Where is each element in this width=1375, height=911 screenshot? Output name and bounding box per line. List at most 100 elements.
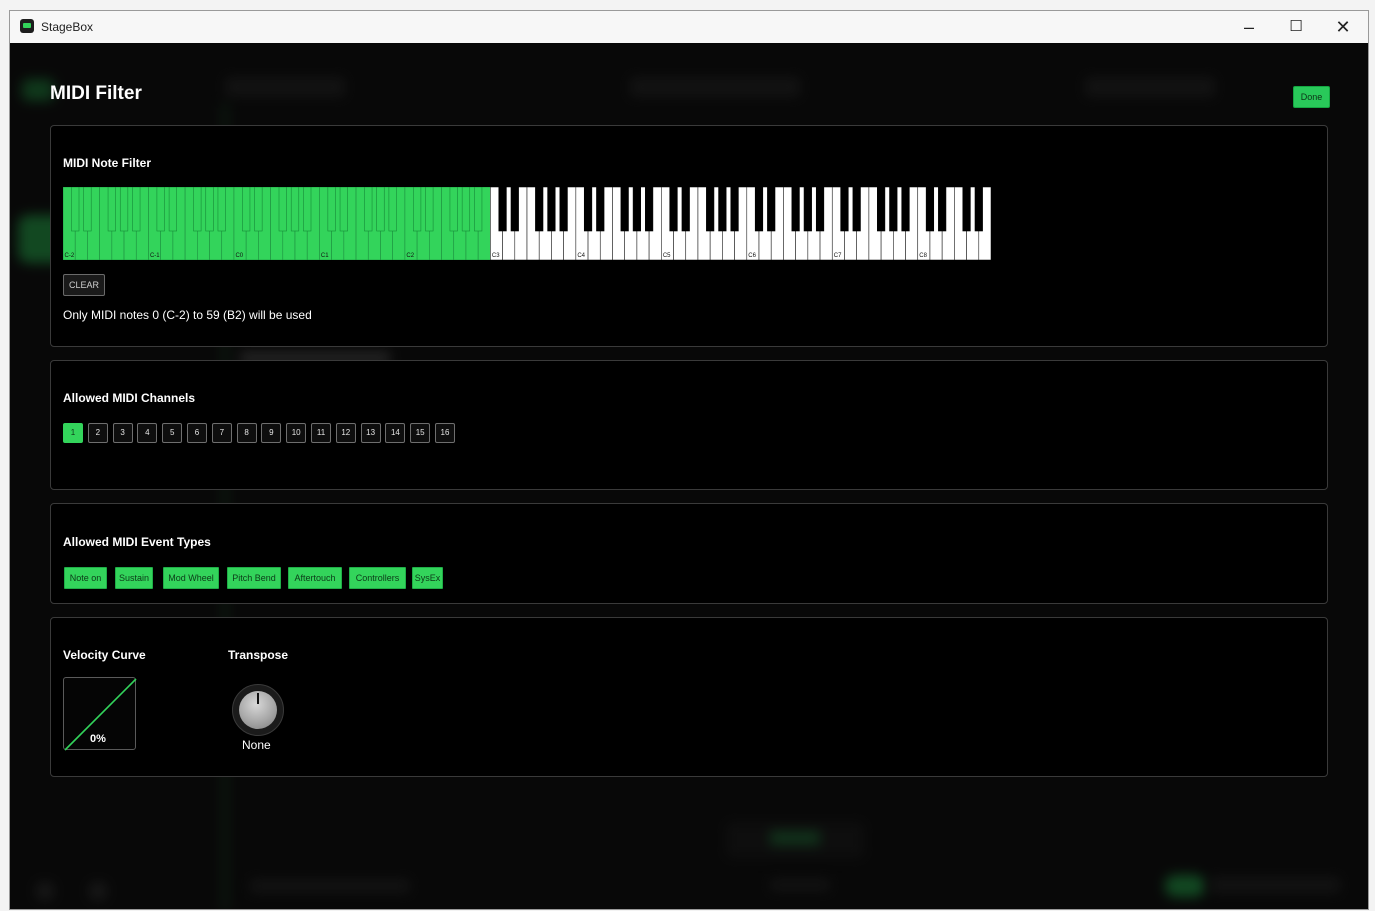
octave-label: C1 bbox=[321, 253, 329, 259]
event-types-title: Allowed MIDI Event Types bbox=[63, 535, 211, 549]
channel-button[interactable]: 5 bbox=[162, 423, 183, 443]
channel-button[interactable]: 2 bbox=[87, 423, 108, 443]
black-key[interactable] bbox=[620, 187, 629, 232]
black-key[interactable] bbox=[474, 187, 483, 232]
black-key[interactable] bbox=[791, 187, 800, 232]
black-key[interactable] bbox=[803, 187, 812, 232]
event-type-button[interactable]: Note on bbox=[64, 567, 107, 589]
black-key[interactable] bbox=[718, 187, 727, 232]
black-key[interactable] bbox=[559, 187, 568, 232]
channel-button[interactable]: 12 bbox=[335, 423, 356, 443]
black-key[interactable] bbox=[254, 187, 263, 232]
event-type-button[interactable]: Sustain bbox=[115, 567, 153, 589]
black-key[interactable] bbox=[242, 187, 251, 232]
channel-button[interactable]: 1 bbox=[63, 423, 83, 443]
black-key[interactable] bbox=[388, 187, 397, 232]
octave-label: C-2 bbox=[65, 253, 75, 259]
black-key[interactable] bbox=[547, 187, 556, 232]
channel-button[interactable]: 15 bbox=[410, 423, 431, 443]
clear-button[interactable]: CLEAR bbox=[63, 274, 105, 296]
black-key[interactable] bbox=[461, 187, 471, 232]
piano-keyboard[interactable]: C-2 C-1 C0 C1 C2 C3 C4 C5 C6 C7 C8 bbox=[63, 187, 991, 260]
black-key[interactable] bbox=[413, 187, 422, 232]
channel-button[interactable]: 16 bbox=[435, 423, 455, 443]
black-key[interactable] bbox=[706, 187, 715, 232]
velocity-transpose-panel: Velocity Curve 0% Transpose None bbox=[50, 617, 1328, 777]
velocity-curve-editor[interactable]: 0% bbox=[63, 677, 137, 751]
black-key[interactable] bbox=[596, 187, 605, 232]
channel-button[interactable]: 11 bbox=[311, 423, 331, 443]
minimize-button[interactable]: – bbox=[1226, 11, 1272, 43]
black-key[interactable] bbox=[327, 187, 336, 232]
black-key[interactable] bbox=[962, 187, 971, 232]
close-button[interactable]: ✕ bbox=[1320, 11, 1366, 43]
black-key[interactable] bbox=[278, 187, 287, 232]
black-key[interactable] bbox=[645, 187, 654, 232]
event-type-button[interactable]: Controllers bbox=[349, 567, 406, 589]
channel-button[interactable]: 8 bbox=[236, 423, 257, 443]
maximize-button[interactable]: ☐ bbox=[1273, 11, 1319, 43]
note-filter-title: MIDI Note Filter bbox=[63, 156, 152, 170]
black-key[interactable] bbox=[168, 187, 177, 232]
black-key[interactable] bbox=[205, 187, 214, 232]
black-key[interactable] bbox=[925, 187, 935, 232]
channel-button[interactable]: 14 bbox=[385, 423, 406, 443]
black-key[interactable] bbox=[974, 187, 983, 232]
event-type-button[interactable]: SysEx bbox=[412, 567, 443, 589]
app-window: StageBox – ☐ ✕ MIDI Filter Done MIDI Not… bbox=[9, 10, 1369, 910]
black-key[interactable] bbox=[681, 187, 690, 232]
black-key[interactable] bbox=[498, 187, 507, 232]
octave-label: C6 bbox=[748, 253, 756, 259]
black-key[interactable] bbox=[901, 187, 910, 232]
octave-label: C3 bbox=[492, 253, 500, 259]
channel-button[interactable]: 7 bbox=[211, 423, 232, 443]
black-key[interactable] bbox=[290, 187, 300, 232]
event-types-panel: Allowed MIDI Event Types Note on Sustain M… bbox=[50, 503, 1328, 604]
black-key[interactable] bbox=[376, 187, 385, 232]
channel-button[interactable]: 6 bbox=[187, 423, 207, 443]
black-key[interactable] bbox=[83, 187, 92, 232]
channel-button[interactable]: 4 bbox=[137, 423, 158, 443]
event-type-button[interactable]: Mod Wheel bbox=[163, 567, 219, 589]
black-key[interactable] bbox=[669, 187, 678, 232]
black-key[interactable] bbox=[364, 187, 373, 232]
black-key[interactable] bbox=[119, 187, 129, 232]
transpose-knob[interactable] bbox=[232, 684, 284, 736]
dialog-title: MIDI Filter bbox=[50, 83, 142, 104]
black-key[interactable] bbox=[730, 187, 739, 232]
channel-button[interactable]: 13 bbox=[360, 423, 381, 443]
event-type-button[interactable]: Pitch Bend bbox=[227, 567, 281, 589]
channels-panel: Allowed MIDI Channels 1 2 3 4 5 6 7 8 9 10 11 12 13 1… bbox=[50, 360, 1328, 490]
black-key[interactable] bbox=[889, 187, 898, 232]
black-key[interactable] bbox=[938, 187, 947, 232]
event-type-button[interactable]: Aftertouch bbox=[288, 567, 342, 589]
black-key[interactable] bbox=[510, 187, 519, 232]
black-key[interactable] bbox=[425, 187, 434, 232]
channel-button[interactable]: 10 bbox=[286, 423, 307, 443]
velocity-curve-value: 0% bbox=[90, 733, 106, 745]
black-key[interactable] bbox=[193, 187, 202, 232]
black-key[interactable] bbox=[132, 187, 141, 232]
done-button[interactable]: Done bbox=[1293, 86, 1330, 108]
black-key[interactable] bbox=[107, 187, 116, 232]
black-key[interactable] bbox=[754, 187, 764, 232]
black-key[interactable] bbox=[303, 187, 312, 232]
black-key[interactable] bbox=[449, 187, 458, 232]
black-key[interactable] bbox=[877, 187, 886, 232]
black-key[interactable] bbox=[815, 187, 825, 232]
black-key[interactable] bbox=[71, 187, 80, 232]
black-key[interactable] bbox=[767, 187, 776, 232]
octave-label: C2 bbox=[406, 253, 414, 259]
black-key[interactable] bbox=[339, 187, 348, 232]
black-key[interactable] bbox=[632, 187, 641, 232]
octave-label: C8 bbox=[919, 253, 927, 259]
channels-title: Allowed MIDI Channels bbox=[63, 391, 196, 405]
black-key[interactable] bbox=[583, 187, 593, 232]
black-key[interactable] bbox=[535, 187, 544, 232]
black-key[interactable] bbox=[217, 187, 226, 232]
black-key[interactable] bbox=[156, 187, 165, 232]
black-key[interactable] bbox=[852, 187, 861, 232]
channel-button[interactable]: 3 bbox=[112, 423, 133, 443]
channel-button[interactable]: 9 bbox=[261, 423, 282, 443]
black-key[interactable] bbox=[840, 187, 849, 232]
